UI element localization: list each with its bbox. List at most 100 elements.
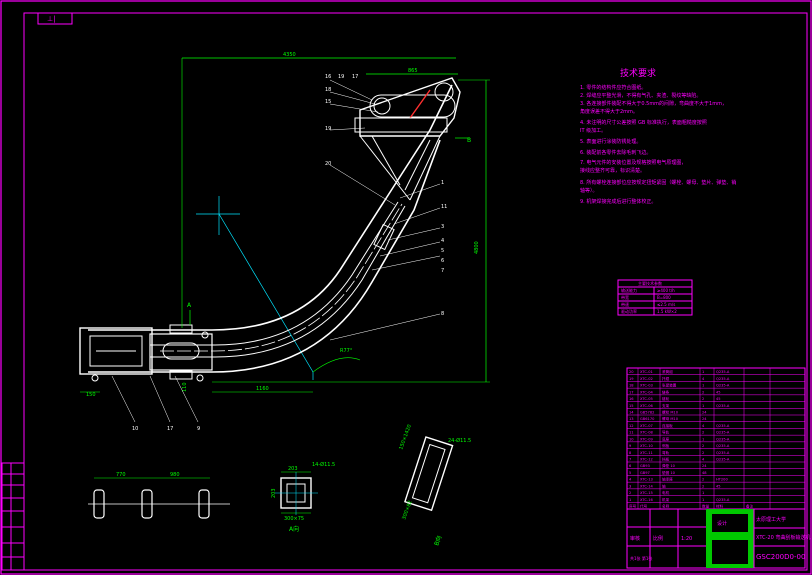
dim-height: 4800 bbox=[474, 241, 480, 254]
bom-cell-r18-c3: 1 bbox=[702, 491, 704, 495]
bom-header-1: 代号 bbox=[640, 504, 648, 509]
bom-cell-r5-c3: 1 bbox=[702, 404, 704, 408]
bom-cell-r16-c2: 轴承座 bbox=[662, 477, 673, 482]
bom-cell-r16-c0: 4 bbox=[629, 478, 632, 482]
bom-cell-r0-c4: Q235-A bbox=[716, 370, 730, 374]
dim-arc-angle: R77° bbox=[340, 348, 353, 354]
bom-cell-r7-c1: GB6170 bbox=[640, 417, 655, 421]
callout-top-2: 17 bbox=[352, 74, 358, 80]
bom-cell-r19-c1: XTC-16 bbox=[640, 498, 653, 502]
bom-cell-r10-c4: Q235-A bbox=[716, 437, 730, 441]
bom-cell-r15-c3: 48 bbox=[702, 471, 707, 475]
tb-company: 太原理工大学 bbox=[756, 516, 786, 523]
bom-cell-r18-c0: 2 bbox=[629, 491, 631, 495]
bom-cell-r1-c1: XTC-02 bbox=[640, 377, 653, 381]
req-10: 8. 所有螺栓连接部位应按规定扭矩紧固（螺栓、螺母、垫片、弹垫、销 bbox=[580, 179, 736, 186]
bom-cell-r0-c3: 1 bbox=[702, 370, 704, 374]
bom-cell-r9-c3: 2 bbox=[702, 431, 704, 435]
bom-cell-r12-c1: XTC-11 bbox=[640, 451, 653, 455]
bom-cell-r7-c3: 24 bbox=[702, 417, 707, 421]
bom-cell-r12-c4: Q235-A bbox=[716, 451, 730, 455]
bom-cell-r13-c1: XTC-12 bbox=[640, 458, 653, 462]
tb-design: 设计 bbox=[717, 520, 727, 527]
bom-cell-r17-c0: 3 bbox=[629, 484, 631, 488]
bom-cell-r13-c3: 4 bbox=[702, 458, 705, 462]
bom-cell-r3-c3: 2 bbox=[702, 390, 704, 394]
bom-cell-r10-c0: 10 bbox=[629, 437, 634, 441]
req-6: 5. 表面进行涂装防锈处理。 bbox=[580, 138, 641, 145]
callout-top-5: 19 bbox=[325, 126, 331, 132]
bom-cell-r1-c4: Q235-A bbox=[716, 377, 730, 381]
callout-right-4: 5 bbox=[441, 248, 444, 254]
bom-cell-r3-c4: 45 bbox=[716, 390, 721, 394]
tb-drawing-no: GSC200D0-00 bbox=[756, 553, 805, 561]
param-2-1: B=800 bbox=[657, 295, 671, 300]
callout-top-4: 15 bbox=[325, 99, 331, 105]
bom-cell-r8-c4: Q235-A bbox=[716, 424, 730, 428]
bom-cell-r7-c2: 螺母 M10 bbox=[662, 416, 679, 421]
bom-cell-r2-c4: Q235-A bbox=[716, 384, 730, 388]
bom-cell-r8-c3: 4 bbox=[702, 424, 705, 428]
bom-cell-r4-c4: 45 bbox=[716, 397, 721, 401]
parameter-table: 主要技术参数 输送能力 ≥400 t/h 带宽 B=800 带速 ≤2.5 m/… bbox=[617, 279, 693, 316]
req-8: 7. 电气元件的安装位置及规格按照电气原理图， bbox=[580, 159, 686, 166]
cad-drawing: ⊥| 4350 865 4800 R77° 1160 150 110 A B 1… bbox=[0, 0, 812, 575]
section-a-mark: A bbox=[187, 302, 192, 309]
req-1: 2. 焊缝应平整光滑，不得有气孔、夹渣、裂纹等缺陷。 bbox=[580, 92, 701, 99]
param-1-0: 输送能力 bbox=[621, 287, 637, 293]
param-0-0: 主要技术参数 bbox=[638, 280, 662, 286]
callout-right-0: 1 bbox=[441, 180, 444, 186]
bom-cell-r2-c1: XTC-03 bbox=[640, 384, 653, 388]
callout-right-6: 7 bbox=[441, 268, 444, 274]
bom-cell-r5-c0: 15 bbox=[629, 404, 634, 408]
callout-top-3: 18 bbox=[325, 87, 331, 93]
bom-cell-r19-c2: 机架 bbox=[662, 497, 670, 502]
section-a-width: 203 bbox=[288, 466, 298, 472]
callout-top-1: 19 bbox=[338, 74, 344, 80]
bom-cell-r17-c2: 轴 bbox=[662, 483, 666, 488]
tb-check: 审核 bbox=[630, 535, 640, 542]
bom-cell-r6-c2: 螺栓 M10 bbox=[662, 410, 679, 415]
bom-header-3: 数量 bbox=[702, 504, 710, 509]
bom-cell-r7-c0: 13 bbox=[629, 417, 634, 421]
bom-cell-r0-c0: 20 bbox=[629, 370, 634, 374]
param-3-1: ≤2.5 m/s bbox=[657, 302, 675, 307]
bom-cell-r6-c0: 14 bbox=[629, 411, 634, 415]
bom-cell-r17-c3: 2 bbox=[702, 484, 704, 488]
bom-cell-r5-c4: Q235-A bbox=[716, 404, 730, 408]
req-7: 6. 装配前各零件去除毛刺飞边。 bbox=[580, 149, 651, 156]
bom-cell-r16-c3: 2 bbox=[702, 478, 704, 482]
main-view: 4350 865 4800 R77° 1160 150 110 A B 16 1… bbox=[79, 52, 490, 432]
bom-cell-r4-c3: 2 bbox=[702, 397, 704, 401]
bom-header-2: 名称 bbox=[662, 504, 670, 509]
bom-cell-r14-c2: 弹垫 10 bbox=[662, 463, 676, 468]
bom-cell-r0-c2: 滚筒组 bbox=[662, 369, 673, 374]
param-4-1: 1.5 kW×2 bbox=[657, 309, 677, 314]
bom-cell-r13-c0: 7 bbox=[629, 458, 631, 462]
bom-cell-r5-c2: 支架 bbox=[662, 403, 670, 408]
section-a-view: 203 300×75 203 14-Ø11.5 A向 bbox=[271, 461, 335, 533]
callout-bottom-2: 9 bbox=[197, 426, 200, 432]
bom-cell-r9-c2: 导轨 bbox=[662, 430, 670, 435]
bom-cell-r9-c4: Q235-A bbox=[716, 431, 730, 435]
bom-cell-r9-c1: XTC-08 bbox=[640, 431, 653, 435]
bom-cell-r1-c0: 19 bbox=[629, 377, 634, 381]
req-12: 9. 机架焊接完成后进行整体校正。 bbox=[580, 198, 656, 205]
bom-cell-r14-c3: 24 bbox=[702, 464, 707, 468]
bom-cell-r17-c1: XTC-14 bbox=[640, 484, 653, 488]
req-5: IT 级加工。 bbox=[580, 127, 606, 134]
bom-header-0: 序号 bbox=[629, 504, 637, 509]
technical-requirements: 技术要求 1. 零件的结构件应符合图纸。 2. 焊缝应平整光滑，不得有气孔、夹渣… bbox=[580, 67, 736, 205]
section-b-view: 150×1420 300×82 24-Ø11.5 B向 bbox=[398, 424, 471, 547]
param-1-1: ≥400 t/h bbox=[657, 288, 675, 293]
bom-cell-r8-c1: XTC-07 bbox=[640, 424, 653, 428]
bom-cell-r11-c3: 2 bbox=[702, 444, 704, 448]
callout-bottom-1: 17 bbox=[167, 426, 173, 432]
section-b-width: 150×1420 bbox=[398, 424, 413, 451]
bom-cell-r3-c2: 链条 bbox=[662, 389, 670, 394]
bom-cell-r6-c1: GB5782 bbox=[640, 411, 654, 415]
tb-scale: 1:20 bbox=[681, 536, 692, 542]
bom-cell-r19-c4: Q235-A bbox=[716, 498, 730, 502]
section-b-label: B向 bbox=[432, 534, 443, 546]
bom-cell-r11-c4: Q235-A bbox=[716, 444, 730, 448]
